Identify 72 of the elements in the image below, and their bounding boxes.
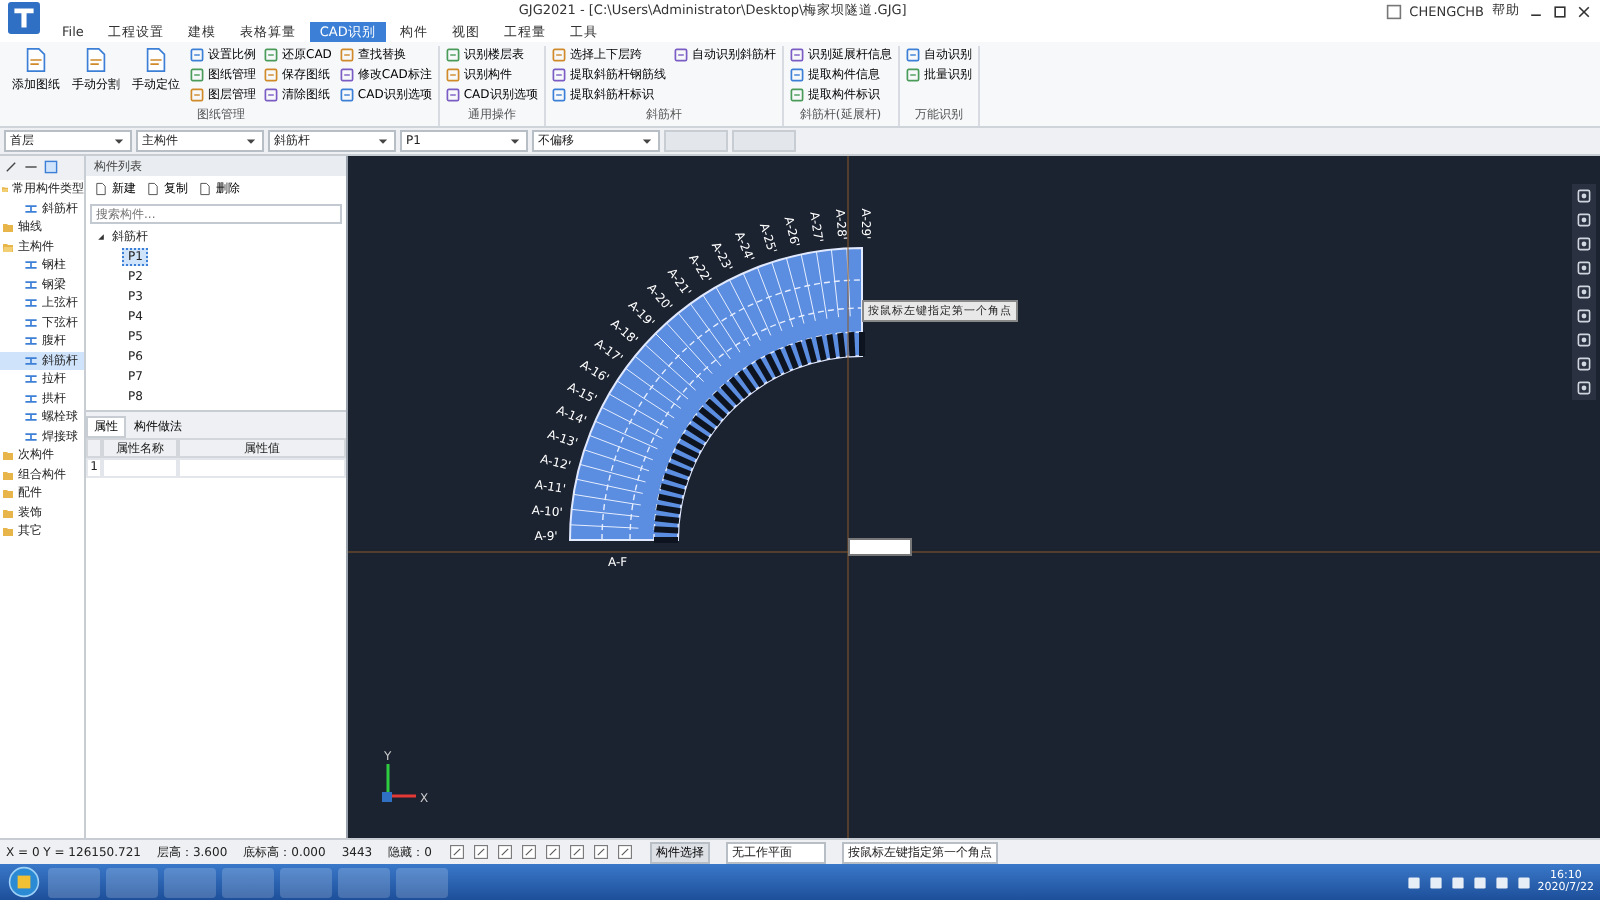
page-icon	[146, 182, 160, 196]
snap-tool-icon[interactable]	[495, 844, 514, 860]
view-tool-icon[interactable]	[1576, 284, 1592, 300]
caret-down-icon	[94, 229, 108, 243]
snap-tool-icon[interactable]	[447, 844, 466, 860]
view-tool-icon[interactable]	[1576, 356, 1592, 372]
component-icon	[24, 201, 38, 216]
tool-icon	[339, 68, 354, 82]
axis-icon	[382, 764, 416, 802]
view-tool-icon[interactable]	[1576, 260, 1592, 276]
tool-icon	[264, 48, 278, 62]
tool-icon	[673, 48, 688, 62]
page-icon	[94, 182, 108, 196]
tool-icon	[789, 68, 804, 82]
start-button-icon[interactable]	[6, 866, 42, 898]
tool-icon	[190, 88, 204, 102]
snap-tool-icon[interactable]	[519, 844, 538, 860]
component-icon	[24, 391, 38, 406]
view-tool-icon[interactable]	[1576, 188, 1592, 204]
caret-icon	[508, 134, 522, 148]
tool-icon	[445, 68, 460, 82]
view-tool-icon[interactable]	[1576, 380, 1592, 396]
spin-field[interactable]	[664, 130, 728, 152]
folder-icon	[2, 222, 14, 233]
close-icon[interactable]	[1576, 3, 1592, 19]
tool-icon	[789, 88, 804, 102]
tool-icon	[190, 48, 204, 62]
tool-icon	[445, 48, 460, 62]
component-icon	[24, 296, 38, 311]
component-icon	[24, 315, 38, 330]
open-folder-icon	[2, 241, 14, 252]
tool-icon	[264, 88, 278, 102]
tool-icon	[190, 68, 204, 82]
caret-icon	[376, 134, 390, 148]
component-icon	[24, 258, 38, 273]
view-tool-icon[interactable]	[1576, 212, 1592, 228]
list-icon[interactable]	[44, 160, 58, 174]
tool-icon	[551, 68, 566, 82]
tool-icon	[905, 68, 920, 82]
snap-tool-icon[interactable]	[567, 844, 586, 860]
view-tool-icon[interactable]	[1576, 236, 1592, 252]
page-icon	[198, 182, 212, 196]
component-icon	[24, 429, 38, 444]
caret-icon	[640, 134, 654, 148]
view-tool-icon[interactable]	[1576, 308, 1592, 324]
snap-tool-icon[interactable]	[615, 844, 634, 860]
snap-tool-icon[interactable]	[543, 844, 562, 860]
tool-icon	[445, 88, 460, 102]
caret-icon	[112, 134, 126, 148]
component-icon	[24, 334, 38, 349]
user-icon	[1385, 3, 1402, 19]
maximize-icon[interactable]	[1552, 3, 1568, 19]
component-icon	[24, 372, 38, 387]
caret-icon	[244, 134, 258, 148]
collapse-icon[interactable]	[24, 160, 38, 174]
component-icon	[24, 353, 38, 368]
component-icon	[24, 410, 38, 425]
view-tool-icon[interactable]	[1576, 332, 1592, 348]
component-icon	[24, 277, 38, 292]
input-field[interactable]	[848, 538, 912, 556]
tool-icon	[339, 48, 354, 62]
spin-field[interactable]	[732, 130, 796, 152]
snap-tool-icon[interactable]	[471, 844, 490, 860]
tool-icon	[339, 88, 354, 102]
snap-tool-icon[interactable]	[591, 844, 610, 860]
tool-icon	[905, 48, 920, 62]
open-folder-icon	[2, 184, 8, 195]
table-cell	[102, 458, 178, 478]
tool-icon	[789, 48, 804, 62]
tool-icon	[551, 88, 566, 102]
tool-icon	[551, 48, 566, 62]
tool-icon	[264, 68, 278, 82]
